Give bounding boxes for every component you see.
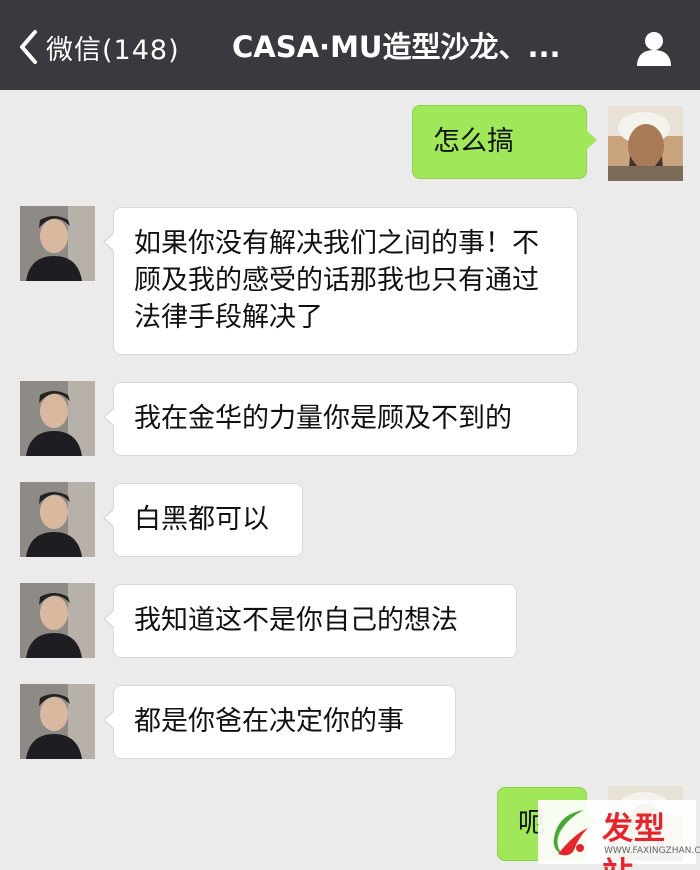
watermark-brand: 发型站 [602, 811, 666, 870]
contact-avatar[interactable] [20, 206, 95, 281]
message-text: 怎么搞 [433, 126, 514, 157]
message-received[interactable]: 都是你爸在决定你的事 [103, 685, 456, 759]
watermark: 发型站 WWW.FAXINGZHAN.COM [538, 800, 700, 870]
message-text: 我在金华的力量你是顾及不到的 [134, 403, 512, 434]
back-button[interactable]: 微信(148) [18, 25, 180, 69]
back-label: 微信(148) [46, 34, 180, 66]
chat-info-button[interactable] [634, 28, 674, 68]
contact-avatar[interactable] [20, 482, 95, 557]
message-received[interactable]: 我知道这不是你自己的想法 [103, 584, 517, 658]
message-text: 都是你爸在决定你的事 [134, 706, 404, 737]
self-avatar[interactable] [608, 106, 683, 181]
chat-title: CASA·MU造型沙龙、... [232, 30, 561, 64]
message-received[interactable]: 白黑都可以 [103, 483, 303, 557]
chat-header: 微信(148) CASA·MU造型沙龙、... [0, 0, 700, 90]
person-icon [634, 32, 674, 72]
message-text: 白黑都可以 [134, 504, 269, 535]
message-text: 如果你没有解决我们之间的事！不顾及我的感受的话那我也只有通过法律手段解决了 [134, 228, 539, 333]
contact-avatar[interactable] [20, 583, 95, 658]
watermark-logo-icon [544, 804, 600, 864]
message-received[interactable]: 我在金华的力量你是顾及不到的 [103, 382, 578, 456]
watermark-url: WWW.FAXINGZHAN.COM [604, 846, 700, 856]
message-sent[interactable]: 怎么搞 [412, 105, 597, 179]
chevron-left-icon [18, 29, 38, 65]
chat-screen: 微信(148) CASA·MU造型沙龙、... 怎么搞 如果你没有解决我们之间的… [0, 0, 700, 870]
message-received[interactable]: 如果你没有解决我们之间的事！不顾及我的感受的话那我也只有通过法律手段解决了 [103, 207, 578, 355]
contact-avatar[interactable] [20, 381, 95, 456]
contact-avatar[interactable] [20, 684, 95, 759]
message-text: 我知道这不是你自己的想法 [134, 605, 458, 636]
